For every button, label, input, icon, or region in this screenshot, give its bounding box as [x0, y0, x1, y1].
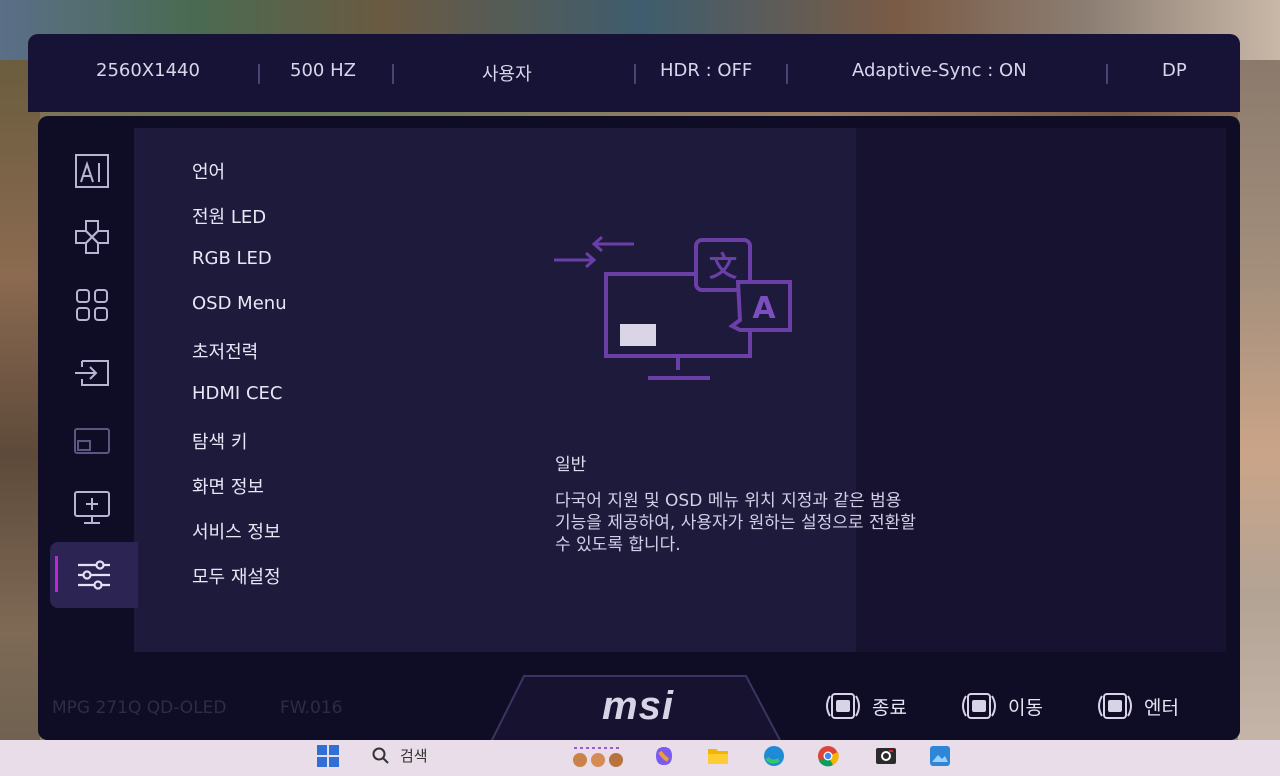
status-bar: 2560X1440 500 HZ 사용자 HDR : OFF Adaptive-…: [28, 34, 1240, 112]
profile-status: 사용자: [482, 64, 532, 85]
status-divider: [392, 64, 394, 84]
exit-button[interactable]: 종료: [822, 690, 907, 722]
background-photo-right: [1238, 60, 1280, 776]
background-photo-left: [0, 60, 40, 776]
enter-button[interactable]: 엔터: [1094, 690, 1179, 722]
chrome-icon[interactable]: [814, 742, 842, 770]
adaptive-sync-status: Adaptive-Sync : ON: [852, 60, 1027, 81]
ai-icon[interactable]: [60, 144, 124, 198]
description-line: 기능을 제공하여, 사용자가 원하는 설정으로 전환할: [555, 513, 916, 533]
description-line: 다국어 지원 및 OSD 메뉴 위치 지정과 같은 범용: [555, 491, 902, 511]
submenu-column: [856, 128, 1226, 652]
taskbar-search[interactable]: 검색: [372, 745, 428, 766]
photos-icon[interactable]: [926, 742, 954, 770]
menu-item-service-info[interactable]: 서비스 정보: [192, 518, 281, 544]
menu-item-screen-info[interactable]: 화면 정보: [192, 473, 264, 499]
window-block: [620, 324, 656, 346]
search-icon: [372, 747, 389, 764]
gaming-dpad-icon[interactable]: [60, 210, 124, 264]
model-name: MPG 271Q QD-OLED: [52, 698, 227, 718]
input-source-icon[interactable]: [60, 346, 124, 400]
svg-text:A: A: [752, 291, 776, 326]
menu-item-rgb-led[interactable]: RGB LED: [192, 248, 272, 269]
hdr-status: HDR : OFF: [660, 60, 753, 81]
svg-text:文: 文: [709, 250, 737, 283]
menu-item-navi-key[interactable]: 탐색 키: [192, 428, 247, 454]
status-divider: [1106, 64, 1108, 84]
menu-item-reset-all[interactable]: 모두 재설정: [192, 563, 281, 589]
menu-item-osd-menu[interactable]: OSD Menu: [192, 293, 287, 314]
status-divider: [634, 64, 636, 84]
refresh-rate-status: 500 HZ: [290, 60, 356, 81]
display-settings-icon[interactable]: [60, 480, 124, 534]
input-status: DP: [1162, 60, 1187, 81]
pip-icon[interactable]: [60, 414, 124, 468]
menu-item-power-led[interactable]: 전원 LED: [192, 203, 266, 229]
resolution-status: 2560X1440: [96, 60, 200, 81]
copilot-icon[interactable]: [650, 742, 678, 770]
exit-label: 종료: [872, 696, 907, 719]
joystick-move-icon: [962, 693, 996, 719]
language-illustration: 文 A: [554, 235, 792, 380]
status-divider: [786, 64, 788, 84]
settings-sliders-icon[interactable]: [50, 542, 138, 608]
search-label: 검색: [400, 747, 428, 765]
widgets-icon[interactable]: [570, 742, 626, 770]
description-text: 다국어 지원 및 OSD 메뉴 위치 지정과 같은 범용 기능을 제공하여, 사…: [555, 490, 1015, 556]
apps-grid-icon[interactable]: [60, 278, 124, 332]
windows-start-icon[interactable]: [314, 742, 342, 770]
move-label: 이동: [1008, 696, 1043, 719]
enter-label: 엔터: [1144, 696, 1179, 719]
status-divider: [258, 64, 260, 84]
firmware-version: FW.016: [280, 698, 343, 718]
edge-icon[interactable]: [760, 742, 788, 770]
camera-app-icon[interactable]: [872, 742, 900, 770]
joystick-enter-icon: [1098, 693, 1132, 719]
joystick-exit-icon: [826, 693, 860, 719]
menu-item-low-power[interactable]: 초저전력: [192, 338, 258, 364]
file-explorer-icon[interactable]: [704, 742, 732, 770]
description-line: 수 있도록 합니다.: [555, 535, 681, 555]
windows-taskbar: [0, 740, 1280, 776]
msi-logo: msi: [602, 684, 674, 728]
menu-item-hdmi-cec[interactable]: HDMI CEC: [192, 383, 282, 404]
move-button[interactable]: 이동: [958, 690, 1043, 722]
menu-item-language[interactable]: 언어: [192, 158, 225, 184]
description-title: 일반: [555, 455, 587, 475]
category-rail: [50, 140, 138, 610]
